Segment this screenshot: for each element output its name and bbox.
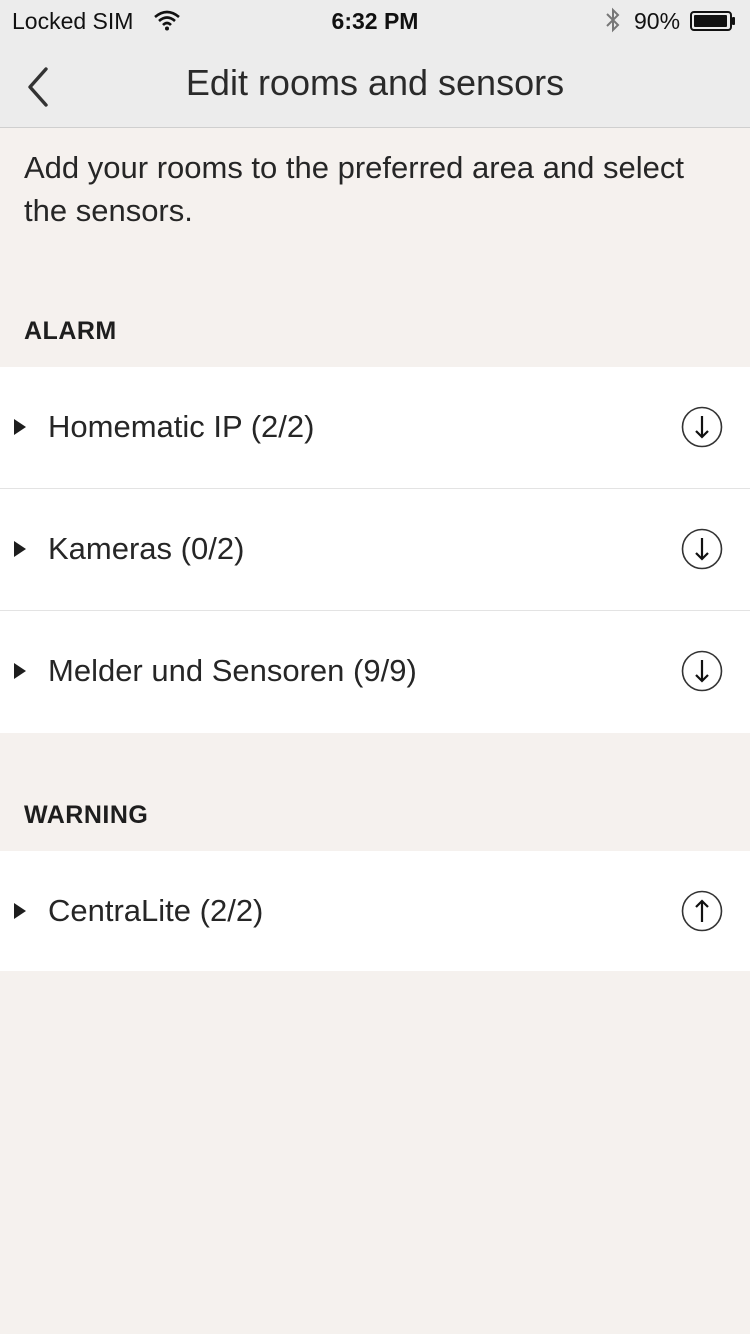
arrow-down-circle-icon[interactable] [681, 528, 723, 570]
expand-caret-icon[interactable] [14, 903, 26, 919]
battery-icon [690, 11, 735, 31]
arrow-down-circle-icon[interactable] [681, 650, 723, 692]
list-item[interactable]: Melder und Sensoren (9/9) [0, 611, 750, 733]
list-item-label: Kameras (0/2) [48, 531, 245, 566]
expand-caret-icon[interactable] [14, 663, 26, 679]
section-warning-list: CentraLite (2/2) [0, 851, 750, 971]
battery-percentage: 90% [634, 8, 681, 34]
section-title-alarm: ALARM [24, 317, 117, 345]
bluetooth-icon [606, 7, 620, 33]
list-item[interactable]: CentraLite (2/2) [0, 851, 750, 971]
status-bar: Locked SIM 6:32 PM 90% [0, 0, 750, 40]
list-item[interactable]: Kameras (0/2) [0, 489, 750, 611]
nav-bar: Edit rooms and sensors [0, 40, 750, 128]
list-item[interactable]: Homematic IP (2/2) [0, 367, 750, 489]
page-title: Edit rooms and sensors [185, 62, 565, 103]
list-item-label: CentraLite (2/2) [48, 893, 264, 928]
section-title-warning: WARNING [24, 801, 149, 829]
expand-caret-icon[interactable] [14, 419, 26, 435]
arrow-down-circle-icon[interactable] [681, 406, 723, 448]
section-alarm-list: Homematic IP (2/2) Kameras (0/2) Melder … [0, 367, 750, 733]
list-item-label: Melder und Sensoren (9/9) [48, 653, 417, 688]
arrow-up-circle-icon[interactable] [681, 890, 723, 932]
expand-caret-icon[interactable] [14, 541, 26, 557]
intro-text: Add your rooms to the preferred area and… [24, 150, 684, 228]
list-item-label: Homematic IP (2/2) [48, 409, 315, 444]
